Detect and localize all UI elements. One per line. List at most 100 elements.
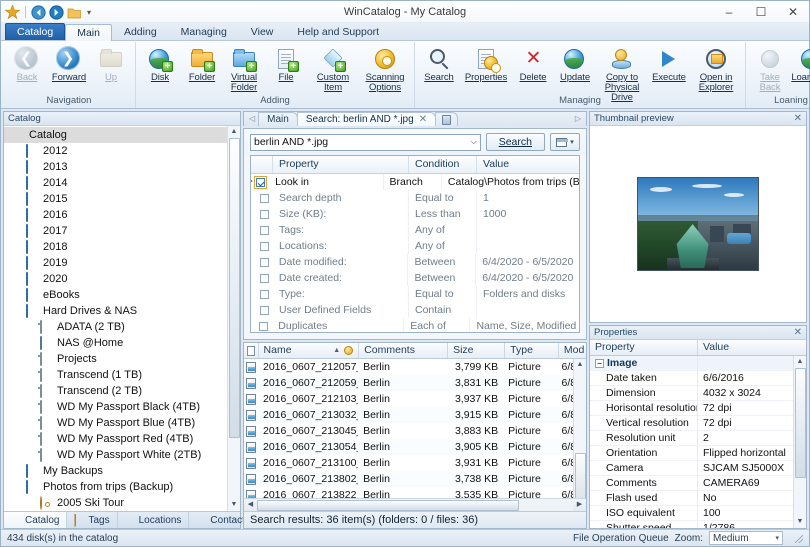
table-row[interactable]: Shutter speed1/2786 [590,521,806,528]
search-input[interactable]: berlin AND *.jpg ⌵ [250,134,481,151]
ribbon-button-folder[interactable]: + Folder [181,44,223,83]
ribbon-button-back[interactable]: ❮ Back [6,44,48,83]
tree-item-2012[interactable]: 2012 [4,143,240,159]
scroll-thumb[interactable] [229,138,240,438]
criteria-checkbox[interactable] [260,194,269,203]
ribbon-button-file[interactable]: + File [265,44,307,83]
file-list-vertical-scrollbar[interactable]: ▲ ▼ [573,359,586,498]
tree-item-2017[interactable]: 2017 [4,223,240,239]
catalog-tree-vertical-scrollbar[interactable]: ▲ ▼ [227,126,240,511]
tree-item-transcend-2tb[interactable]: Transcend (2 TB) [4,383,240,399]
file-list-horizontal-scrollbar[interactable]: ◀ ▶ [244,498,586,511]
criteria-header-condition[interactable]: Condition [409,156,477,173]
criteria-value[interactable] [477,302,579,318]
criteria-condition[interactable]: Contain [409,302,477,318]
expand-icon[interactable]: ► [251,174,254,190]
tree-item-2020[interactable]: 2020 [4,271,240,287]
tree-item-wd-white[interactable]: WD My Passport White (2TB) [4,447,240,463]
tree-item-catalog[interactable]: Catalog [4,127,240,143]
tree-item-my-backups[interactable]: My Backups [4,463,240,479]
tree-item-nas-at-home[interactable]: NAS @Home [4,335,240,351]
criteria-row[interactable]: Size (KB): Less than 1000 [251,206,579,222]
scroll-up-icon[interactable]: ▲ [794,356,807,368]
scroll-down-icon[interactable]: ▼ [228,499,241,511]
bottom-tab-tags[interactable]: Tags [67,512,117,528]
tree-item-2016[interactable]: 2016 [4,207,240,223]
close-icon[interactable]: ✕ [419,113,427,127]
criteria-row[interactable]: Tags: Any of [251,222,579,238]
criteria-row[interactable]: Type: Equal to Folders and disks [251,286,579,302]
criteria-value[interactable]: 6/4/2020 - 6/5/2020 [476,270,579,286]
table-row[interactable]: CommentsCAMERA69 [590,476,806,491]
criteria-checkbox[interactable] [259,322,268,331]
ribbon-button-loan-item[interactable]: Loan Item [791,44,810,83]
criteria-row[interactable]: Duplicates Each of Name, Size, Modified [251,318,579,332]
ribbon-button-execute[interactable]: Execute [648,44,690,83]
ribbon-button-custom-item[interactable]: + Custom Item [307,44,359,93]
table-row[interactable]: 2016_0607_212103_00...Berlin3,937 KBPict… [244,391,586,407]
tree-item-2013[interactable]: 2013 [4,159,240,175]
zoom-select[interactable]: Medium ▾ [709,531,783,545]
tree-item-photos-from-trips[interactable]: Photos from trips (Backup) [4,479,240,495]
scroll-thumb[interactable] [257,500,519,511]
properties-header-property[interactable]: Property [590,340,698,355]
criteria-checkbox[interactable] [260,226,269,235]
close-icon[interactable]: ✕ [794,114,802,124]
criteria-value[interactable]: Name, Size, Modified [470,318,579,332]
tab-help-and-support[interactable]: Help and Support [285,23,391,40]
table-row[interactable]: 2016_0607_213032_00...Berlin3,915 KBPict… [244,407,586,423]
tree-item-wd-blue[interactable]: WD My Passport Blue (4TB) [4,415,240,431]
table-row[interactable]: Flash usedNo [590,491,806,506]
minimize-button[interactable]: – [713,1,745,23]
scroll-track[interactable] [257,500,573,511]
tree-item-2015[interactable]: 2015 [4,191,240,207]
criteria-checkbox[interactable] [260,274,269,283]
qat-open-folder-icon[interactable] [67,5,82,20]
ribbon-button-update[interactable]: Update [554,44,596,83]
table-row[interactable]: 2016_0607_213822_00...Berlin3,535 KBPict… [244,487,586,498]
file-operation-queue-label[interactable]: File Operation Queue [573,533,669,544]
properties-group-image[interactable]: −Image [590,356,806,371]
table-row[interactable]: CameraSJCAM SJ5000X [590,461,806,476]
criteria-checkbox[interactable] [260,290,269,299]
criteria-checkbox[interactable] [260,258,269,267]
criteria-checkbox[interactable] [260,210,269,219]
scroll-down-icon[interactable]: ▼ [794,516,807,528]
criteria-value[interactable]: 1000 [477,206,579,222]
close-button[interactable]: ✕ [777,1,809,23]
bottom-tab-catalog[interactable]: Catalog [4,512,67,528]
doc-tab-search[interactable]: Search: berlin AND *.jpg ✕ [297,112,436,126]
ribbon-button-scanning-options[interactable]: Scanning Options [359,44,411,93]
criteria-condition[interactable]: Between [408,270,476,286]
scroll-right-icon[interactable]: ▶ [573,499,586,511]
criteria-header-value[interactable]: Value [477,156,579,173]
table-row[interactable]: ISO equivalent100 [590,506,806,521]
scroll-left-icon[interactable]: ◀ [244,499,257,511]
tab-view[interactable]: View [239,23,286,40]
criteria-condition[interactable]: Between [408,254,476,270]
table-row[interactable]: 2016_0607_213045_00...Berlin3,883 KBPict… [244,423,586,439]
tree-item-2005-ski-tour[interactable]: 2005 Ski Tour [4,495,240,511]
tree-item-hard-drives-nas[interactable]: Hard Drives & NAS [4,303,240,319]
ribbon-button-delete[interactable]: ✕ Delete [512,44,554,83]
properties-vertical-scrollbar[interactable]: ▲ ▼ [793,356,806,528]
file-list-header-comments[interactable]: Comments [359,343,448,358]
criteria-row[interactable]: Date created: Between 6/4/2020 - 6/5/202… [251,270,579,286]
scroll-thumb[interactable] [795,368,806,478]
criteria-checkbox[interactable] [260,242,269,251]
scroll-track[interactable] [794,368,807,516]
table-row[interactable]: 2016_0607_213054_00...Berlin3,905 KBPict… [244,439,586,455]
criteria-condition[interactable]: Any of [409,238,477,254]
table-row[interactable]: 2016_0607_212059_00...Berlin3,831 KBPict… [244,375,586,391]
doc-tab-next-icon[interactable]: ▷ [572,112,584,126]
doc-tab-locked[interactable] [435,112,458,126]
file-list-header-size[interactable]: Size [448,343,505,358]
criteria-row[interactable]: Date modified: Between 6/4/2020 - 6/5/20… [251,254,579,270]
file-list-header-modified[interactable]: Mod [559,343,586,358]
ribbon-button-up[interactable]: Up [90,44,132,83]
tree-item-ebooks[interactable]: eBooks [4,287,240,303]
collapse-icon[interactable]: − [595,359,604,368]
doc-tab-main[interactable]: Main [258,112,298,126]
table-row[interactable]: Vertical resolution72 dpi [590,416,806,431]
tree-item-projects[interactable]: Projects [4,351,240,367]
